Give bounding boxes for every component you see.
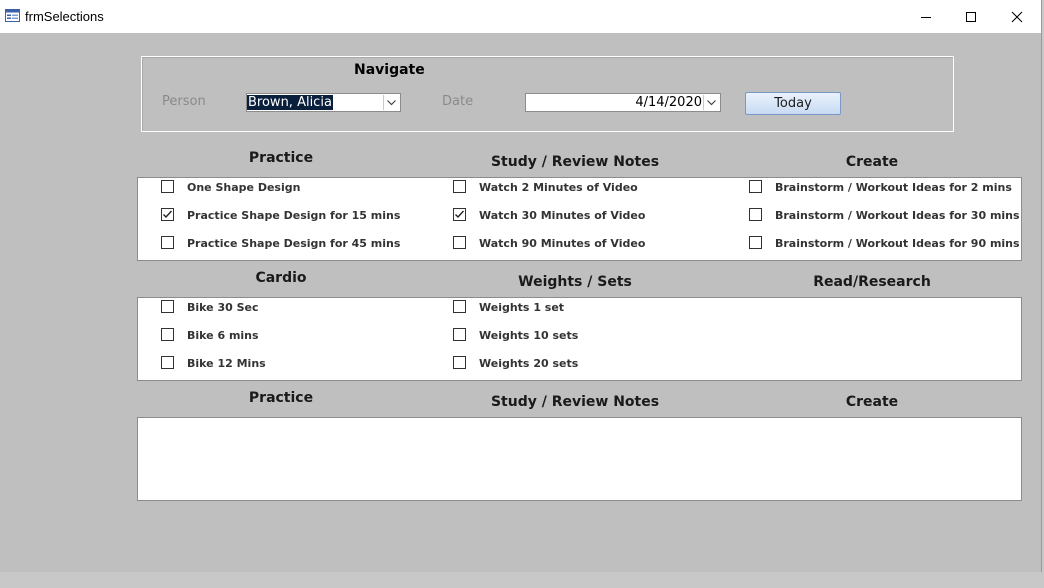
section2-header-cardio: Cardio [255,270,307,286]
section3-header-study: Study / Review Notes [490,394,660,410]
checkbox-practice-15[interactable] [161,208,174,221]
checkbox-label[interactable]: Weights 10 sets [479,329,578,342]
checkbox-label[interactable]: Practice Shape Design for 15 mins [187,209,400,222]
section3-header-practice: Practice [248,390,314,406]
date-value: 4/14/2020 [635,95,702,110]
section3-panel [137,417,1022,501]
close-button[interactable] [994,0,1040,33]
section1-header-create: Create [845,154,899,170]
form-window: frmSelections Navigate Person Brown, Ali… [0,0,1042,572]
checkbox-one-shape-design[interactable] [161,180,174,193]
checkbox-brainstorm-90[interactable] [749,236,762,249]
checkbox-label[interactable]: Brainstorm / Workout Ideas for 30 mins [775,209,1020,222]
window-title: frmSelections [25,9,104,24]
checkbox-weights-20[interactable] [453,356,466,369]
chevron-down-icon [387,99,396,105]
checkbox-label[interactable]: Brainstorm / Workout Ideas for 2 mins [775,181,1012,194]
checkmark-icon [455,210,465,219]
checkbox-label[interactable]: Weights 1 set [479,301,564,314]
checkbox-label[interactable]: Weights 20 sets [479,357,578,370]
checkbox-label[interactable]: Watch 2 Minutes of Video [479,181,638,194]
checkmark-icon [163,210,173,219]
checkbox-bike-12[interactable] [161,356,174,369]
section2-header-weights: Weights / Sets [518,274,632,290]
checkbox-brainstorm-30[interactable] [749,208,762,221]
checkbox-watch-90[interactable] [453,236,466,249]
checkbox-weights-10[interactable] [453,328,466,341]
section1-header-study: Study / Review Notes [490,154,660,170]
title-bar[interactable]: frmSelections [0,0,1041,33]
checkbox-label[interactable]: One Shape Design [187,181,300,194]
checkbox-bike-30[interactable] [161,300,174,313]
person-label: Person [162,94,206,109]
checkbox-label[interactable]: Bike 12 Mins [187,357,266,370]
person-dropdown-button[interactable] [383,95,399,110]
maximize-button[interactable] [948,0,994,33]
checkbox-brainstorm-2[interactable] [749,180,762,193]
checkbox-label[interactable]: Practice Shape Design for 45 mins [187,237,400,250]
navigate-title: Navigate [354,62,425,78]
section3-header-create: Create [845,394,899,410]
section2-header-read: Read/Research [813,274,931,290]
checkbox-label[interactable]: Watch 30 Minutes of Video [479,209,645,222]
date-combobox[interactable]: 4/14/2020 [525,93,721,112]
checkbox-watch-2[interactable] [453,180,466,193]
person-combobox[interactable]: Brown, Alicia [246,93,401,112]
today-button[interactable]: Today [745,92,841,115]
date-label: Date [442,94,474,109]
checkbox-watch-30[interactable] [453,208,466,221]
form-icon [5,9,20,22]
checkbox-weights-1[interactable] [453,300,466,313]
checkbox-label[interactable]: Bike 6 mins [187,329,259,342]
person-value: Brown, Alicia [247,95,333,110]
minimize-button[interactable] [903,0,949,33]
checkbox-label[interactable]: Brainstorm / Workout Ideas for 90 mins [775,237,1020,250]
checkbox-bike-6[interactable] [161,328,174,341]
date-dropdown-button[interactable] [703,95,719,110]
section1-header-practice: Practice [248,150,314,166]
checkbox-label[interactable]: Bike 30 Sec [187,301,259,314]
close-icon [1011,11,1023,22]
section2-panel [137,297,1022,381]
minimize-icon [921,16,931,18]
maximize-icon [966,11,976,22]
checkbox-label[interactable]: Watch 90 Minutes of Video [479,237,645,250]
checkbox-practice-45[interactable] [161,236,174,249]
chevron-down-icon [707,99,716,105]
